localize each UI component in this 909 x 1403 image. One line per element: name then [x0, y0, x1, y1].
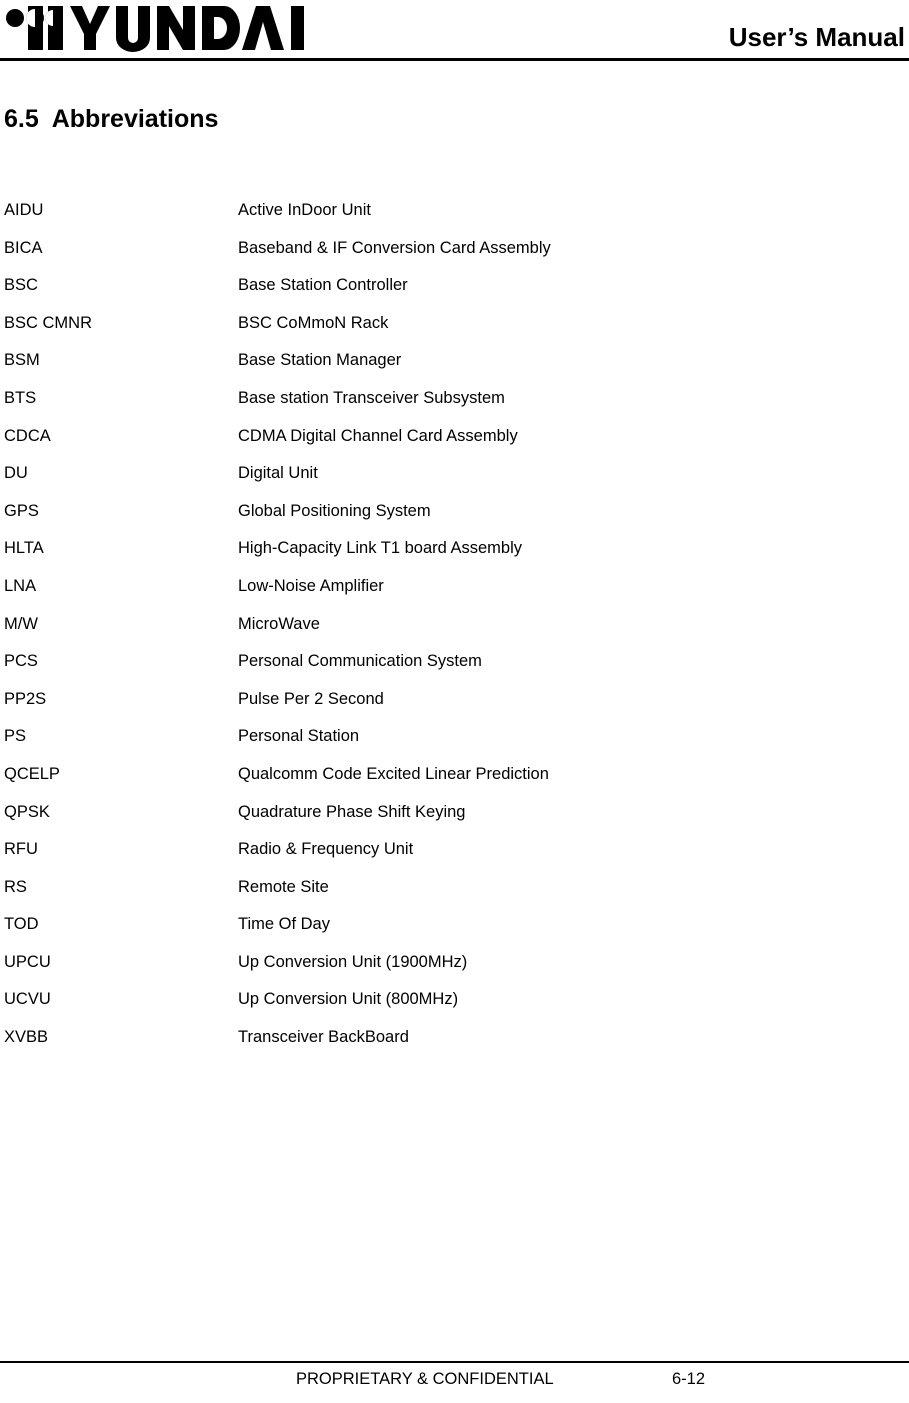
abbreviation-definition: Radio & Frequency Unit: [238, 840, 414, 859]
abbreviations-list: AIDU Active InDoor Unit BICA Baseband & …: [0, 192, 909, 1057]
abbreviation-term: GPS: [4, 501, 39, 520]
abbreviation-definition: Personal Station: [238, 727, 360, 746]
abbreviation-definition: Up Conversion Unit (800MHz): [238, 990, 459, 1009]
page-title: 6.5 Abbreviations: [4, 105, 219, 133]
document-page: User’s Manual 6.5 Abbreviations AIDU Act…: [0, 0, 909, 1403]
abbreviation-term: BSC CMNR: [4, 313, 93, 332]
abbreviation-term: QCELP: [4, 764, 60, 783]
list-item: XVBB Transceiver BackBoard: [0, 1019, 909, 1057]
manual-title: User’s Manual: [728, 22, 905, 52]
abbreviation-definition: Global Positioning System: [238, 501, 431, 520]
list-item: M/W MicroWave: [0, 606, 909, 644]
abbreviation-term: RS: [4, 877, 27, 896]
abbreviation-definition: Transceiver BackBoard: [238, 1028, 409, 1047]
page-header: User’s Manual: [0, 0, 909, 62]
abbreviation-definition: Qualcomm Code Excited Linear Prediction: [238, 764, 549, 783]
abbreviation-term: QPSK: [4, 802, 50, 821]
abbreviation-definition: Base station Transceiver Subsystem: [238, 388, 505, 407]
abbreviation-term: BSM: [4, 351, 40, 370]
list-item: PS Personal Station: [0, 718, 909, 756]
list-item: DU Digital Unit: [0, 455, 909, 493]
abbreviation-term: RFU: [4, 840, 38, 859]
abbreviation-definition: CDMA Digital Channel Card Assembly: [238, 426, 518, 445]
abbreviation-term: BICA: [4, 238, 43, 257]
list-item: PP2S Pulse Per 2 Second: [0, 681, 909, 719]
list-item: RS Remote Site: [0, 869, 909, 907]
page-footer: PROPRIETARY & CONFIDENTIAL 6-12: [0, 1361, 909, 1403]
list-item: BTS Base station Transceiver Subsystem: [0, 380, 909, 418]
abbreviation-term: LNA: [4, 576, 37, 595]
abbreviation-term: BTS: [4, 388, 37, 407]
list-item: BSM Base Station Manager: [0, 342, 909, 380]
abbreviation-definition: BSC CoMmoN Rack: [238, 313, 389, 332]
abbreviation-term: UCVU: [4, 990, 51, 1009]
abbreviation-term: PCS: [4, 652, 38, 671]
list-item: UPCU Up Conversion Unit (1900MHz): [0, 944, 909, 982]
list-item: BSC CMNR BSC CoMmoN Rack: [0, 305, 909, 343]
abbreviation-term: HLTA: [4, 539, 44, 558]
list-item: QCELP Qualcomm Code Excited Linear Predi…: [0, 756, 909, 794]
confidentiality-notice: PROPRIETARY & CONFIDENTIAL: [296, 1370, 554, 1388]
abbreviation-term: CDCA: [4, 426, 51, 445]
abbreviation-definition: Base Station Controller: [238, 276, 408, 295]
abbreviation-definition: Low-Noise Amplifier: [238, 576, 384, 595]
abbreviation-definition: Base Station Manager: [238, 351, 402, 370]
abbreviation-term: PS: [4, 727, 27, 746]
list-item: QPSK Quadrature Phase Shift Keying: [0, 794, 909, 832]
abbreviation-term: PP2S: [4, 689, 47, 708]
abbreviation-term: XVBB: [4, 1028, 49, 1047]
abbreviation-term: DU: [4, 464, 28, 483]
list-item: UCVU Up Conversion Unit (800MHz): [0, 981, 909, 1019]
footer-divider: [0, 1361, 909, 1363]
list-item: CDCA CDMA Digital Channel Card Assembly: [0, 418, 909, 456]
hyundai-logo-icon: [4, 4, 314, 52]
list-item: LNA Low-Noise Amplifier: [0, 568, 909, 606]
abbreviation-definition: Quadrature Phase Shift Keying: [238, 802, 466, 821]
page-number: 6-12: [672, 1370, 706, 1388]
abbreviation-term: BSC: [4, 276, 38, 295]
abbreviation-definition: Pulse Per 2 Second: [238, 689, 384, 708]
abbreviation-term: UPCU: [4, 952, 51, 971]
abbreviation-term: TOD: [4, 915, 39, 934]
abbreviation-term: M/W: [4, 614, 38, 633]
list-item: BICA Baseband & IF Conversion Card Assem…: [0, 230, 909, 268]
list-item: GPS Global Positioning System: [0, 493, 909, 531]
list-item: HLTA High-Capacity Link T1 board Assembl…: [0, 530, 909, 568]
abbreviation-definition: MicroWave: [238, 614, 320, 633]
list-item: PCS Personal Communication System: [0, 643, 909, 681]
abbreviation-definition: Time Of Day: [238, 915, 330, 934]
abbreviation-definition: Up Conversion Unit (1900MHz): [238, 952, 468, 971]
abbreviation-definition: Baseband & IF Conversion Card Assembly: [238, 238, 551, 257]
list-item: BSC Base Station Controller: [0, 267, 909, 305]
header-divider: [0, 58, 909, 61]
list-item: RFU Radio & Frequency Unit: [0, 831, 909, 869]
abbreviation-definition: Digital Unit: [238, 464, 318, 483]
abbreviation-definition: Active InDoor Unit: [238, 201, 371, 219]
abbreviation-definition: Personal Communication System: [238, 652, 482, 671]
list-item: TOD Time Of Day: [0, 906, 909, 944]
abbreviation-term: AIDU: [4, 201, 44, 219]
list-item: AIDU Active InDoor Unit: [0, 192, 909, 230]
abbreviation-definition: High-Capacity Link T1 board Assembly: [238, 539, 522, 558]
abbreviation-definition: Remote Site: [238, 877, 329, 896]
